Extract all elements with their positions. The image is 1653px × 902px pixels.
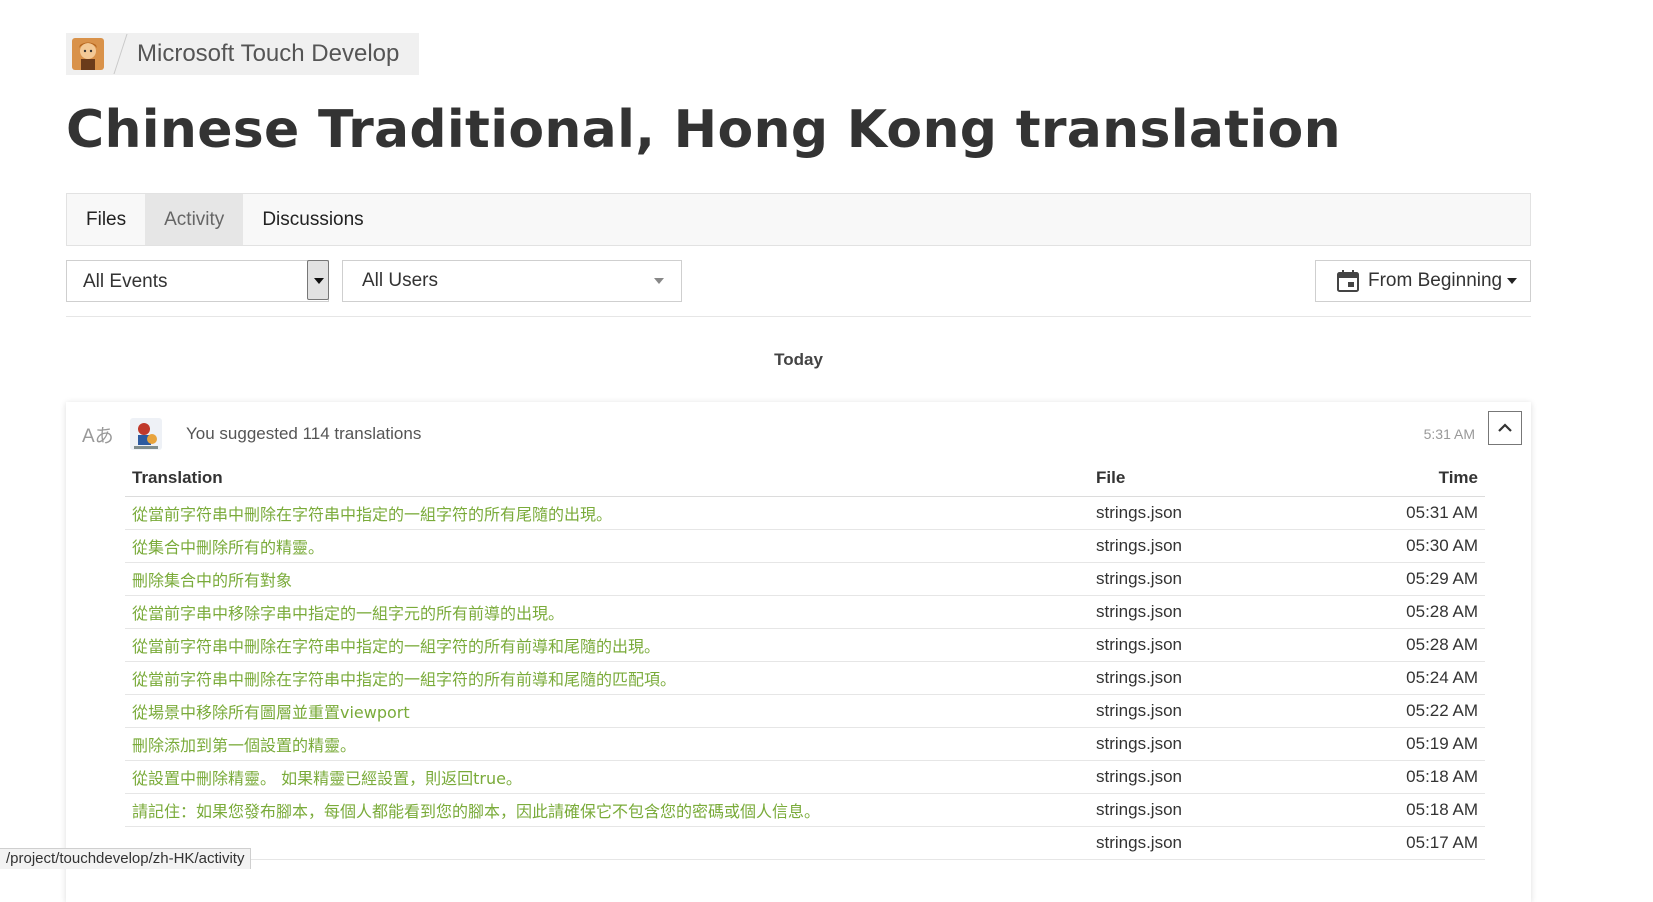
avatar[interactable] (130, 418, 162, 450)
translate-icon: Aあ (82, 426, 114, 447)
translation-link[interactable]: 從設置中刪除精靈。 如果精靈已經設置，則返回true。 (125, 760, 1089, 794)
file-name: strings.json (1089, 595, 1353, 629)
file-name: strings.json (1089, 496, 1353, 530)
table-row: 請記住：如果您發布腳本，每個人都能看到您的腳本，因此請確保它不包含您的密碼或個人… (125, 793, 1485, 827)
translation-link[interactable] (125, 826, 1089, 860)
table-row: strings.json 05:17 AM (125, 826, 1485, 860)
row-time: 05:22 AM (1353, 694, 1485, 728)
row-time: 05:17 AM (1353, 826, 1485, 860)
file-name: strings.json (1089, 793, 1353, 827)
translation-link[interactable]: 從當前字符串中刪除在字符串中指定的一組字符的所有尾隨的出現。 (125, 496, 1089, 530)
organization-logo[interactable] (72, 38, 104, 70)
events-filter-select[interactable]: All Events (66, 260, 329, 302)
calendar-icon (1337, 270, 1359, 292)
page-title: Chinese Traditional, Hong Kong translati… (66, 100, 1341, 160)
table-row: 從場景中移除所有圖層並重置viewport strings.json 05:22… (125, 694, 1485, 728)
chevron-up-icon (1498, 423, 1512, 432)
tab-activity[interactable]: Activity (145, 194, 244, 245)
activity-time: 5:31 AM (1423, 426, 1475, 442)
row-time: 05:29 AM (1353, 562, 1485, 596)
date-group-heading: Today (774, 350, 823, 369)
table-row: 從當前字符串中刪除在字符串中指定的一組字符的所有尾隨的出現。 strings.j… (125, 496, 1485, 530)
events-filter-value: All Events (83, 271, 168, 292)
translation-link[interactable]: 從當前字串中移除字串中指定的一組字元的所有前導的出現。 (125, 595, 1089, 629)
row-time: 05:18 AM (1353, 793, 1485, 827)
activity-summary: You suggested 114 translations (186, 424, 422, 443)
column-header-translation: Translation (125, 460, 1089, 497)
translation-link[interactable]: 請記住：如果您發布腳本，每個人都能看到您的腳本，因此請確保它不包含您的密碼或個人… (125, 793, 1089, 827)
breadcrumb-separator (113, 34, 128, 74)
table-header-row: Translation File Time (125, 460, 1485, 497)
table-row: 從當前字串中移除字串中指定的一組字元的所有前導的出現。 strings.json… (125, 595, 1485, 629)
translation-link[interactable]: 從集合中刪除所有的精靈。 (125, 529, 1089, 563)
row-time: 05:18 AM (1353, 760, 1485, 794)
caret-down-icon (1507, 278, 1518, 284)
chevron-down-icon (654, 278, 664, 284)
project-tabs: Files Activity Discussions (66, 193, 1531, 246)
translation-link[interactable]: 從當前字符串中刪除在字符串中指定的一組字符的所有前導和尾隨的匹配項。 (125, 661, 1089, 695)
row-time: 05:30 AM (1353, 529, 1485, 563)
row-time: 05:31 AM (1353, 496, 1485, 530)
file-name: strings.json (1089, 661, 1353, 695)
column-header-time: Time (1353, 460, 1485, 497)
table-row: 刪除添加到第一個設置的精靈。 strings.json 05:19 AM (125, 727, 1485, 761)
row-time: 05:19 AM (1353, 727, 1485, 761)
translations-table: Translation File Time 從當前字符串中刪除在字符串中指定的一… (125, 460, 1485, 860)
table-row: 從設置中刪除精靈。 如果精靈已經設置，則返回true。 strings.json… (125, 760, 1485, 794)
table-row: 刪除集合中的所有對象 strings.json 05:29 AM (125, 562, 1485, 596)
activity-filters: All Events All Users From Beginning (66, 260, 1531, 317)
translation-link[interactable]: 從場景中移除所有圖層並重置viewport (125, 694, 1089, 728)
breadcrumb-organization-link[interactable]: Microsoft Touch Develop (137, 40, 399, 68)
collapse-button[interactable] (1488, 411, 1522, 445)
tab-files[interactable]: Files (67, 194, 145, 245)
translation-link[interactable]: 刪除添加到第一個設置的精靈。 (125, 727, 1089, 761)
table-row: 從當前字符串中刪除在字符串中指定的一組字符的所有前導和尾隨的匹配項。 strin… (125, 661, 1485, 695)
file-name: strings.json (1089, 628, 1353, 662)
status-bar-url: /project/touchdevelop/zh-HK/activity (0, 848, 252, 869)
activity-card: Aあ You suggested 114 translations 5:31 A… (66, 402, 1531, 902)
users-filter-value: All Users (362, 270, 439, 291)
file-name: strings.json (1089, 826, 1353, 860)
users-filter-select[interactable]: All Users (342, 260, 682, 302)
file-name: strings.json (1089, 562, 1353, 596)
table-row: 從當前字符串中刪除在字符串中指定的一組字符的所有前導和尾隨的出現。 string… (125, 628, 1485, 662)
events-dropdown-button[interactable] (307, 260, 329, 300)
date-range-label: From Beginning (1368, 270, 1503, 291)
row-time: 05:28 AM (1353, 628, 1485, 662)
table-row: 從集合中刪除所有的精靈。 strings.json 05:30 AM (125, 529, 1485, 563)
translation-link[interactable]: 從當前字符串中刪除在字符串中指定的一組字符的所有前導和尾隨的出現。 (125, 628, 1089, 662)
column-header-file: File (1089, 460, 1353, 497)
date-range-button[interactable]: From Beginning (1315, 260, 1531, 302)
row-time: 05:24 AM (1353, 661, 1485, 695)
file-name: strings.json (1089, 760, 1353, 794)
translation-link[interactable]: 刪除集合中的所有對象 (125, 562, 1089, 596)
breadcrumb: Microsoft Touch Develop (66, 33, 419, 75)
file-name: strings.json (1089, 529, 1353, 563)
file-name: strings.json (1089, 694, 1353, 728)
row-time: 05:28 AM (1353, 595, 1485, 629)
tab-discussions[interactable]: Discussions (243, 194, 382, 245)
file-name: strings.json (1089, 727, 1353, 761)
